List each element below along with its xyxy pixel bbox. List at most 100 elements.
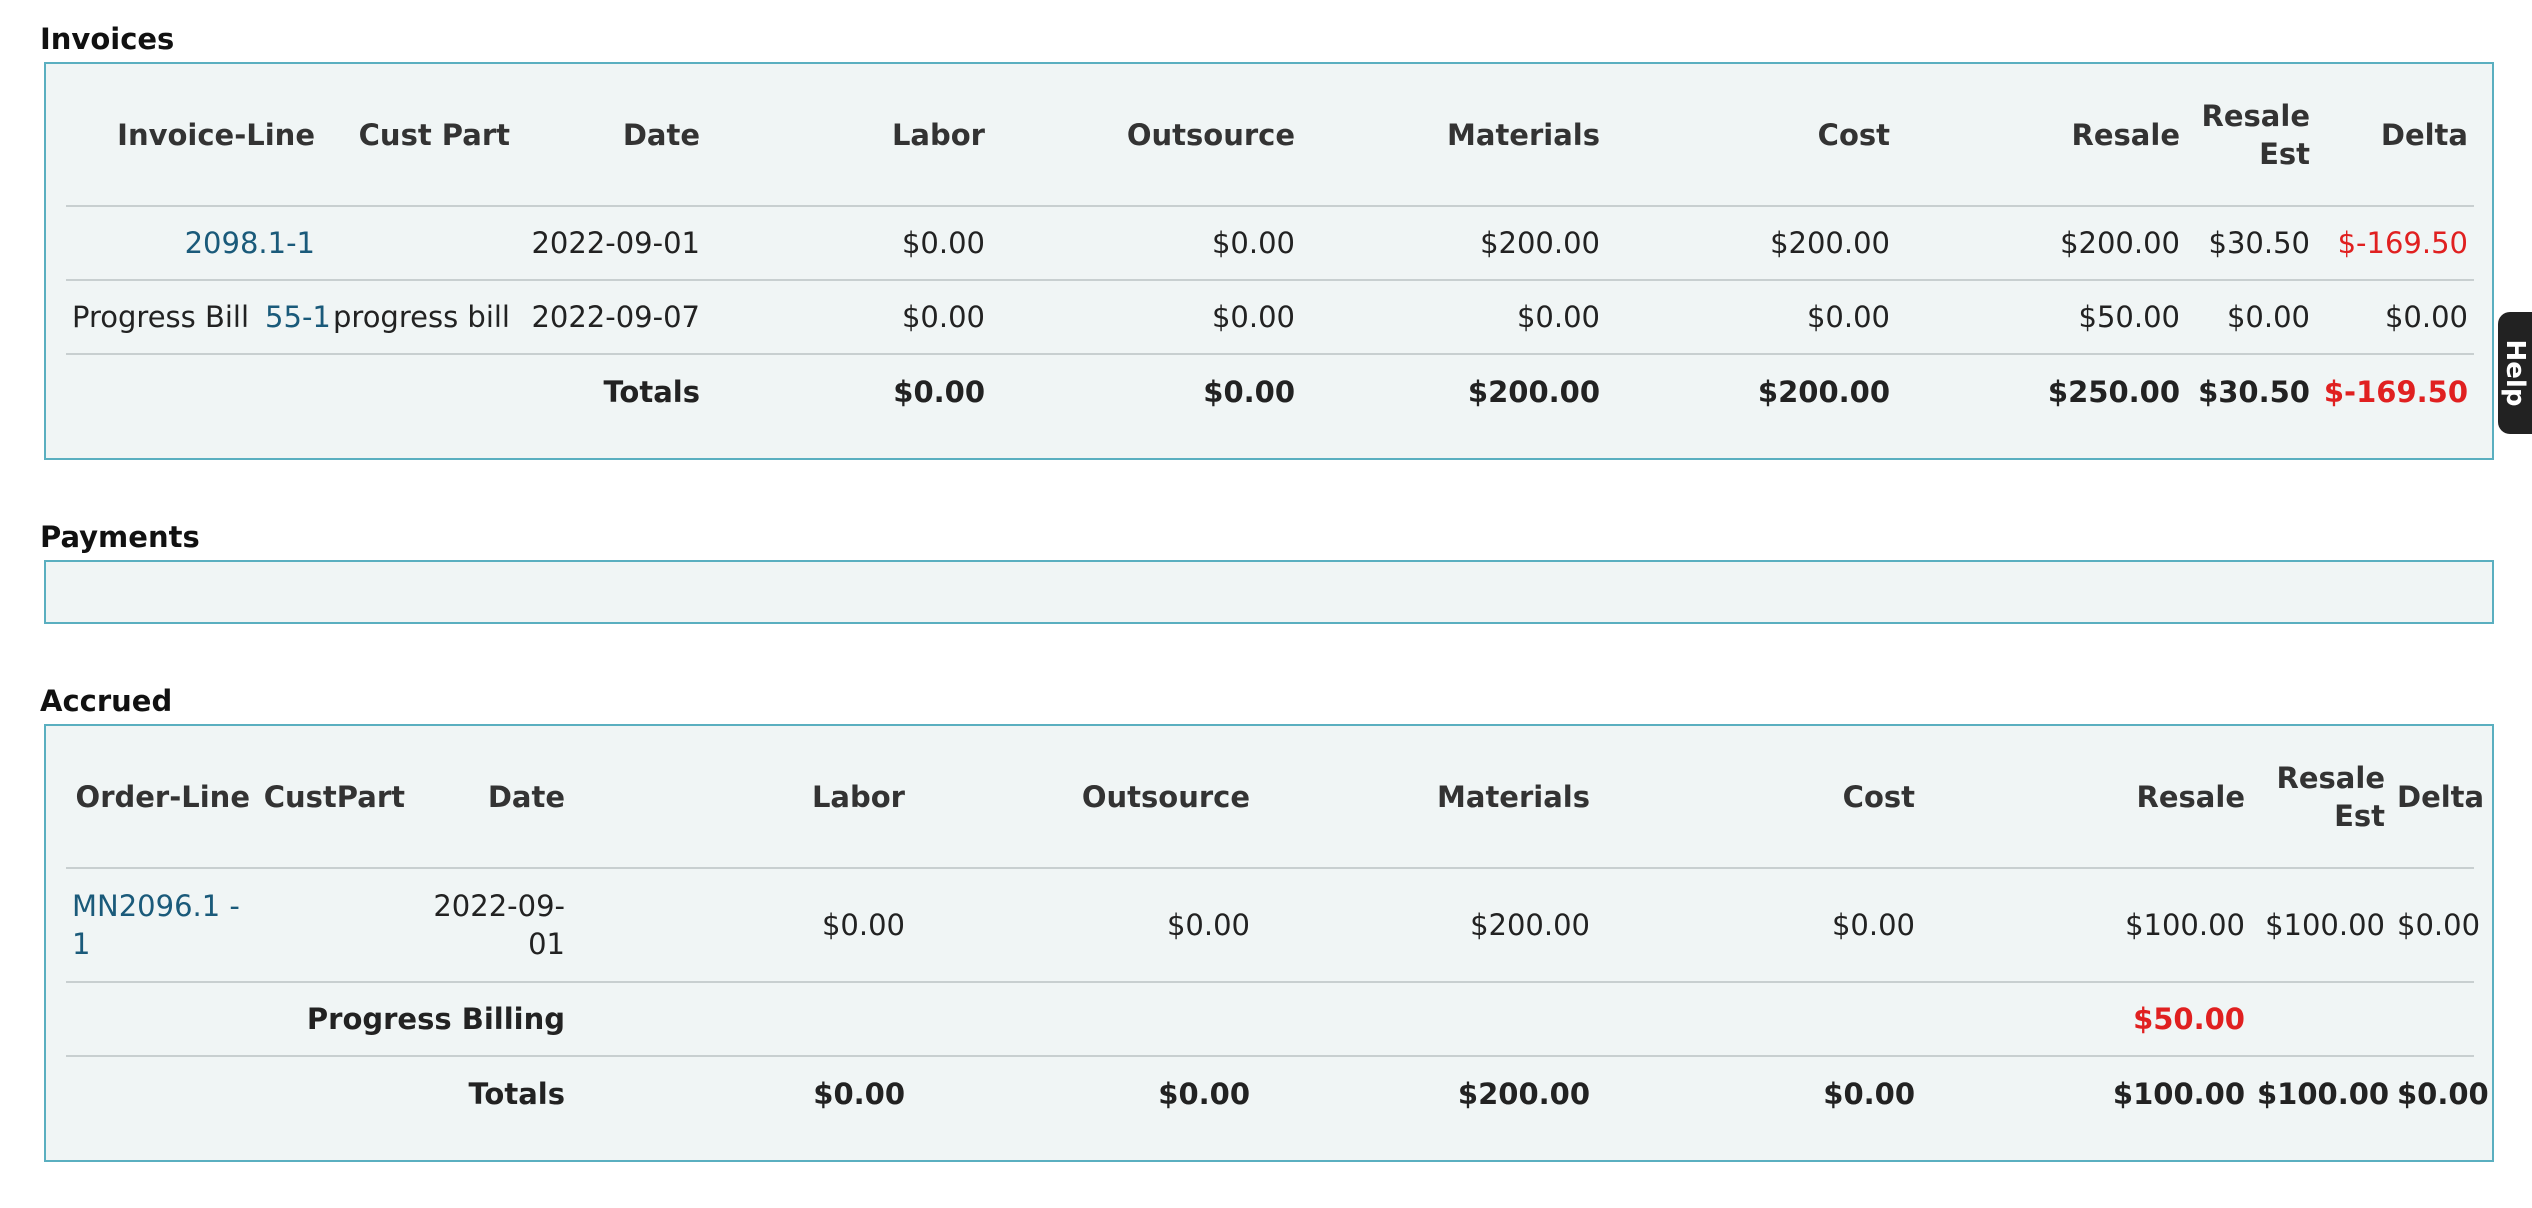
total-materials: $200.00 — [1457, 1076, 1590, 1111]
invoice-line-link[interactable]: 2098.1-1 — [185, 226, 315, 260]
col-order-line[interactable]: Order-Line — [66, 726, 256, 869]
cost-cell: $0.00 — [1596, 868, 1921, 983]
invoices-table: Invoice-Line Cust Part Date Labor Outsou… — [66, 64, 2474, 428]
empty-cell — [1596, 982, 1921, 1057]
help-label: Help — [2500, 339, 2530, 407]
labor-cell: $0.00 — [571, 868, 911, 983]
empty-cell — [66, 982, 256, 1057]
col-invoice-line[interactable]: Invoice-Line — [66, 64, 321, 207]
outsource-cell: $0.00 — [991, 206, 1301, 281]
invoices-title: Invoices — [40, 22, 175, 56]
totals-row: Totals $0.00 $0.00 $200.00 $0.00 $100.00… — [66, 1056, 2489, 1130]
payments-panel — [44, 560, 2494, 624]
total-resale-est: $100.00 — [2257, 1076, 2390, 1111]
accrued-panel: Order-Line CustPart Date Labor Outsource… — [44, 724, 2494, 1162]
totals-label: Totals — [468, 1076, 566, 1111]
col-outsource[interactable]: Outsource — [911, 726, 1256, 869]
resale-cell: $50.00 — [1896, 280, 2186, 355]
empty-cell — [2391, 982, 2474, 1057]
order-line-link[interactable]: MN2096.1 - 1 — [72, 889, 240, 961]
invoices-header-row: Invoice-Line Cust Part Date Labor Outsou… — [66, 64, 2474, 207]
accrued-header-row: Order-Line CustPart Date Labor Outsource… — [66, 726, 2484, 869]
col-delta[interactable]: Delta — [2391, 726, 2484, 869]
accrued-title: Accrued — [40, 684, 173, 718]
col-cust-part[interactable]: Cust Part — [321, 64, 516, 207]
order-line-cell: MN2096.1 - 1 — [66, 868, 256, 983]
help-tab[interactable]: Help — [2498, 312, 2532, 434]
total-resale: $100.00 — [2112, 1076, 2245, 1111]
empty-cell — [1256, 982, 1596, 1057]
total-delta: $0.00 — [2397, 1076, 2489, 1111]
table-row: MN2096.1 - 1 2022-09-01 $0.00 $0.00 $200… — [66, 868, 2480, 983]
payments-title: Payments — [40, 520, 200, 554]
invoice-line-link[interactable]: 55-1 — [265, 300, 331, 334]
col-cost[interactable]: Cost — [1606, 64, 1896, 207]
accrued-table: Order-Line CustPart Date Labor Outsource… — [66, 726, 2489, 1130]
table-row: Progress Bill 55-1 progress bill 2022-09-… — [66, 280, 2474, 355]
empty-cell — [911, 982, 1256, 1057]
materials-cell: $200.00 — [1301, 206, 1606, 281]
total-outsource: $0.00 — [1158, 1076, 1250, 1111]
date-cell: 2022-09-01 — [411, 868, 571, 983]
resale-cell: $100.00 — [1921, 868, 2251, 983]
totals-label: Totals — [603, 374, 701, 409]
total-labor: $0.00 — [893, 374, 985, 409]
materials-cell: $200.00 — [1256, 868, 1596, 983]
labor-cell: $0.00 — [706, 280, 991, 355]
materials-cell: $0.00 — [1301, 280, 1606, 355]
outsource-cell: $0.00 — [991, 280, 1301, 355]
total-materials: $200.00 — [1467, 374, 1600, 409]
total-cost: $200.00 — [1757, 374, 1890, 409]
empty-cell — [571, 982, 911, 1057]
resale-est-cell: $100.00 — [2251, 868, 2391, 983]
invoice-line-cell: Progress Bill 55-1 — [66, 280, 331, 355]
col-resale[interactable]: Resale — [1896, 64, 2186, 207]
resale-est-cell: $0.00 — [2186, 280, 2316, 355]
col-materials[interactable]: Materials — [1256, 726, 1596, 869]
col-labor[interactable]: Labor — [571, 726, 911, 869]
progress-bill-label: Progress Bill — [72, 300, 250, 334]
total-delta: $-169.50 — [2323, 374, 2468, 409]
resale-est-cell: $30.50 — [2186, 206, 2316, 281]
totals-row: Totals $0.00 $0.00 $200.00 $200.00 $250.… — [66, 354, 2474, 428]
resale-cell: $200.00 — [1896, 206, 2186, 281]
col-cost[interactable]: Cost — [1596, 726, 1921, 869]
progress-billing-label: Progress Billing — [256, 982, 571, 1057]
total-labor: $0.00 — [813, 1076, 905, 1111]
col-custpart[interactable]: CustPart — [256, 726, 411, 869]
delta-cell: $0.00 — [2391, 868, 2480, 983]
delta-cell: $-169.50 — [2316, 206, 2474, 281]
empty-cell — [66, 354, 321, 428]
col-resale-est[interactable]: Resale Est — [2251, 726, 2391, 869]
date-cell: 2022-09-07 — [516, 280, 706, 355]
progress-billing-row: Progress Billing $50.00 — [66, 982, 2474, 1057]
table-row: 2098.1-1 2022-09-01 $0.00 $0.00 $200.00 … — [66, 206, 2474, 281]
labor-cell: $0.00 — [706, 206, 991, 281]
total-outsource: $0.00 — [1203, 374, 1295, 409]
empty-cell — [2251, 982, 2391, 1057]
total-resale-est: $30.50 — [2198, 374, 2310, 409]
progress-billing-resale: $50.00 — [1921, 982, 2251, 1057]
total-cost: $0.00 — [1823, 1076, 1915, 1111]
cust-part-cell: progress bill — [321, 280, 516, 355]
col-materials[interactable]: Materials — [1301, 64, 1606, 207]
empty-cell — [321, 354, 516, 428]
outsource-cell: $0.00 — [911, 868, 1256, 983]
delta-cell: $0.00 — [2316, 280, 2474, 355]
col-outsource[interactable]: Outsource — [991, 64, 1301, 207]
total-resale: $250.00 — [2047, 374, 2180, 409]
cost-cell: $0.00 — [1606, 280, 1896, 355]
empty-cell — [66, 1056, 256, 1130]
col-delta[interactable]: Delta — [2316, 64, 2474, 207]
custpart-cell — [256, 868, 411, 983]
col-labor[interactable]: Labor — [706, 64, 991, 207]
col-date[interactable]: Date — [516, 64, 706, 207]
col-resale[interactable]: Resale — [1921, 726, 2251, 869]
col-resale-est[interactable]: Resale Est — [2186, 64, 2316, 207]
cust-part-cell — [321, 206, 516, 281]
col-date[interactable]: Date — [411, 726, 571, 869]
date-cell: 2022-09-01 — [516, 206, 706, 281]
cost-cell: $200.00 — [1606, 206, 1896, 281]
invoices-panel: Invoice-Line Cust Part Date Labor Outsou… — [44, 62, 2494, 460]
invoice-line-cell: 2098.1-1 — [66, 206, 321, 281]
